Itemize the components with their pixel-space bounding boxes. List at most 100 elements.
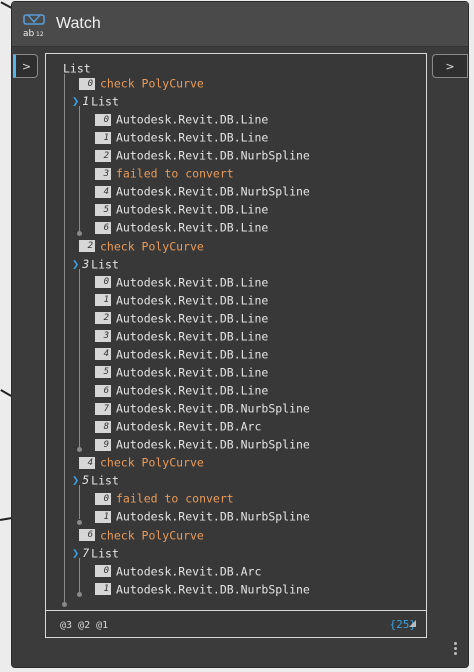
- sublist-index: 7: [82, 545, 90, 560]
- root-tree-end-dot: [62, 601, 67, 607]
- svg-text:12: 12: [36, 31, 44, 38]
- item-value: Autodesk.Revit.DB.NurbSpline: [116, 401, 310, 416]
- warning-value: failed to convert: [116, 166, 234, 181]
- item-value: Autodesk.Revit.DB.Line: [116, 130, 269, 145]
- resize-grip-icon[interactable]: [409, 620, 416, 627]
- sublist-index: 3: [82, 256, 90, 271]
- list-item[interactable]: 3 Autodesk.Revit.DB.Line: [95, 327, 268, 345]
- item-index-badge: 4: [95, 185, 111, 198]
- item-value: Autodesk.Revit.DB.NurbSpline: [116, 184, 310, 199]
- sublist-tree-end-dot: [77, 447, 82, 453]
- list-item[interactable]: 2 check PolyCurve: [79, 237, 204, 255]
- list-item[interactable]: 8 Autodesk.Revit.DB.Arc: [95, 417, 261, 435]
- watch-ab12-icon: ab 12: [23, 14, 45, 38]
- item-value: Autodesk.Revit.DB.NurbSpline: [116, 509, 310, 524]
- list-item[interactable]: 1 Autodesk.Revit.DB.Line: [95, 291, 268, 309]
- item-value: Autodesk.Revit.DB.NurbSpline: [116, 437, 310, 452]
- item-value: Autodesk.Revit.DB.Line: [116, 202, 269, 217]
- item-index-badge: 2: [95, 149, 111, 162]
- item-value: Autodesk.Revit.DB.Arc: [116, 564, 262, 579]
- sublist-index: 5: [82, 473, 90, 488]
- item-index-badge: 8: [95, 420, 111, 433]
- sublist-tree-line: [79, 485, 80, 520]
- list-item[interactable]: 3 failed to convert: [95, 164, 234, 182]
- node-header[interactable]: ab 12 Watch: [12, 2, 468, 47]
- list-item[interactable]: 0 failed to convert: [95, 489, 234, 507]
- warning-value: check PolyCurve: [100, 528, 204, 542]
- item-index-badge: 0: [95, 276, 111, 289]
- item-index-badge: 2: [79, 240, 95, 253]
- item-index-badge: 1: [95, 583, 111, 596]
- item-value: Autodesk.Revit.DB.Line: [116, 347, 269, 362]
- watch-tree[interactable]: List 0 check PolyCurve ❯ 1 List 0 Autodesk.Rev…: [46, 54, 426, 610]
- list-item[interactable]: 1 Autodesk.Revit.DB.Line: [95, 128, 268, 146]
- list-item[interactable]: 4 Autodesk.Revit.DB.NurbSpline: [95, 182, 310, 200]
- list-item[interactable]: 0 check PolyCurve: [79, 74, 204, 92]
- item-index-badge: 0: [79, 77, 95, 90]
- node-title: Watch: [56, 15, 101, 32]
- warning-value: check PolyCurve: [100, 239, 204, 254]
- warning-value: check PolyCurve: [100, 455, 204, 470]
- list-item[interactable]: 4 Autodesk.Revit.DB.Line: [95, 345, 268, 363]
- sublist-label: List: [91, 473, 119, 488]
- item-value: Autodesk.Revit.DB.Line: [116, 220, 269, 235]
- item-index-badge: 1: [95, 131, 111, 144]
- list-item[interactable]: 5 Autodesk.Revit.DB.Line: [95, 200, 268, 218]
- sublist-tree-end-dot: [77, 230, 82, 236]
- item-index-badge: 1: [95, 510, 111, 523]
- input-port[interactable]: >: [13, 54, 38, 78]
- item-index-badge: 4: [79, 456, 95, 469]
- sublist-tree-line: [79, 106, 80, 231]
- item-value: Autodesk.Revit.DB.NurbSpline: [116, 148, 310, 163]
- watch-preview-panel[interactable]: List 0 check PolyCurve ❯ 1 List 0 Autodesk.Rev…: [45, 53, 427, 638]
- item-index-badge: 3: [95, 330, 111, 343]
- item-index-badge: 1: [95, 294, 111, 307]
- list-item[interactable]: 1 Autodesk.Revit.DB.NurbSpline: [95, 580, 310, 598]
- item-value: Autodesk.Revit.DB.Line: [116, 293, 269, 308]
- item-index-badge: 4: [95, 348, 111, 361]
- item-index-badge: 3: [95, 167, 111, 180]
- svg-text:ab: ab: [23, 29, 35, 38]
- item-value: Autodesk.Revit.DB.Line: [116, 365, 269, 380]
- list-item[interactable]: 4 check PolyCurve: [79, 453, 204, 471]
- list-item[interactable]: 1 Autodesk.Revit.DB.NurbSpline: [95, 507, 310, 525]
- item-index-badge: 0: [95, 492, 111, 505]
- item-index-badge: 7: [95, 402, 111, 415]
- list-item[interactable]: 6 Autodesk.Revit.DB.Line: [95, 218, 268, 236]
- item-value: Autodesk.Revit.DB.Line: [116, 311, 269, 326]
- footer-divider: [46, 610, 426, 611]
- connector-wire-mid: [0, 389, 12, 397]
- list-item[interactable]: 2 Autodesk.Revit.DB.NurbSpline: [95, 146, 310, 164]
- item-value: Autodesk.Revit.DB.NurbSpline: [116, 582, 310, 597]
- item-index-badge: 6: [79, 529, 95, 541]
- sublist-tree-end-dot: [77, 519, 82, 525]
- warning-value: failed to convert: [116, 491, 234, 506]
- output-port[interactable]: >: [432, 54, 468, 78]
- list-item[interactable]: 0 Autodesk.Revit.DB.Arc: [95, 562, 261, 580]
- sublist-tree-line: [79, 268, 80, 448]
- more-options-icon[interactable]: [454, 642, 458, 657]
- item-index-badge: 9: [95, 438, 111, 451]
- item-value: Autodesk.Revit.DB.Arc: [116, 419, 262, 434]
- list-item[interactable]: 7 Autodesk.Revit.DB.NurbSpline: [95, 399, 310, 417]
- item-index-badge: 5: [95, 203, 111, 216]
- list-item[interactable]: 5 Autodesk.Revit.DB.Line: [95, 363, 268, 381]
- item-index-badge: 2: [95, 312, 111, 325]
- item-value: Autodesk.Revit.DB.Line: [116, 275, 269, 290]
- list-item[interactable]: 2 Autodesk.Revit.DB.Line: [95, 309, 268, 327]
- warning-value: check PolyCurve: [100, 76, 204, 91]
- item-value: Autodesk.Revit.DB.Line: [116, 329, 269, 344]
- list-item[interactable]: 9 Autodesk.Revit.DB.NurbSpline: [95, 435, 310, 453]
- list-item[interactable]: 0 Autodesk.Revit.DB.Line: [95, 110, 268, 128]
- list-item[interactable]: 6 Autodesk.Revit.DB.Line: [95, 381, 268, 399]
- list-levels[interactable]: @3 @2 @1: [60, 620, 108, 631]
- item-index-badge: 6: [95, 384, 111, 397]
- item-index-badge: 6: [95, 221, 111, 234]
- sublist-label: List: [91, 546, 119, 561]
- item-value: Autodesk.Revit.DB.Line: [116, 112, 269, 127]
- list-item[interactable]: 0 Autodesk.Revit.DB.Line: [95, 273, 268, 291]
- watch-node[interactable]: ab 12 Watch > > List 0 check PolyCurve ❯ 1 L…: [11, 1, 469, 668]
- sublist-label: List: [91, 94, 119, 109]
- sublist-tree-end-dot: [77, 591, 82, 597]
- list-item[interactable]: 6 check PolyCurve: [79, 526, 204, 544]
